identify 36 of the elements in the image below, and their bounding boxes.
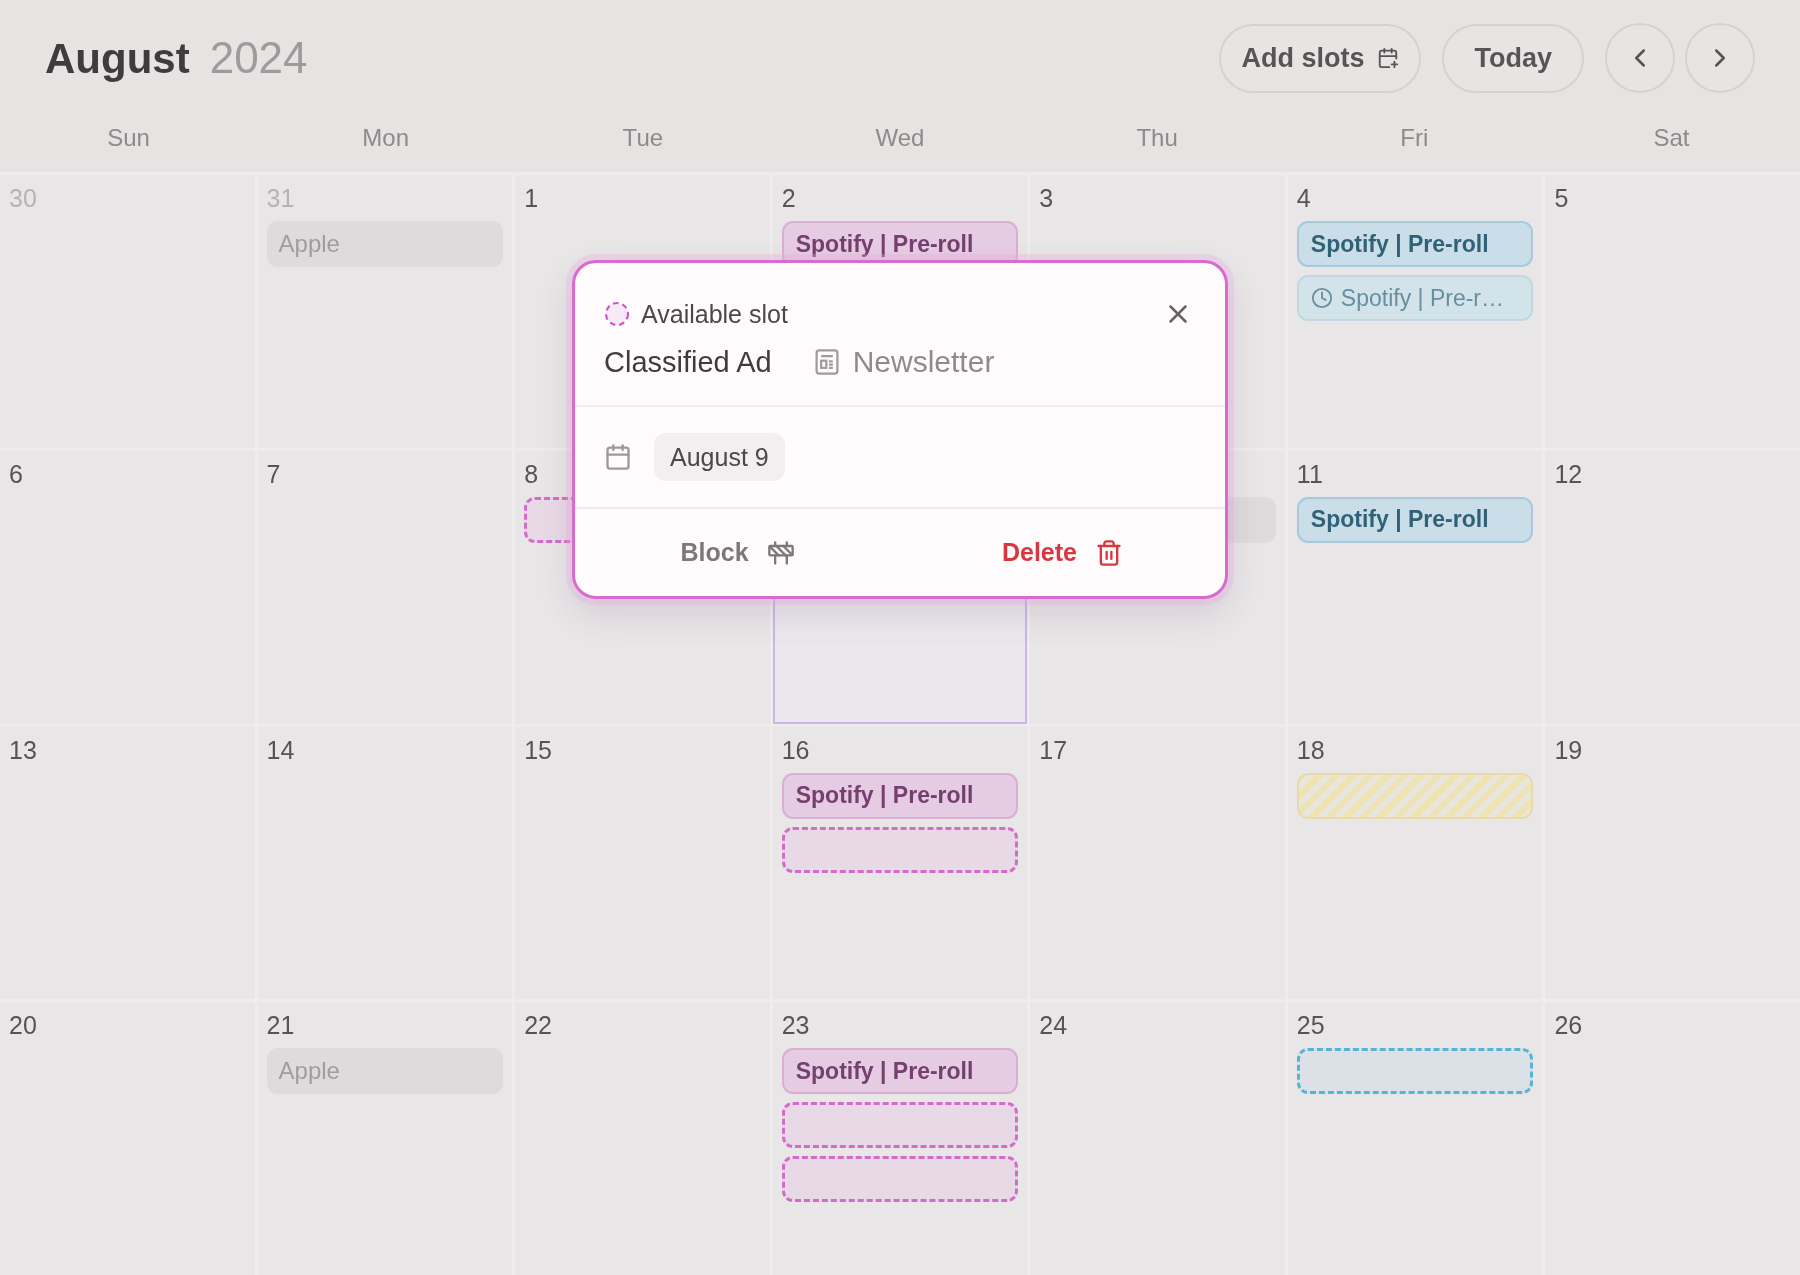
day-number: 4 <box>1296 183 1311 213</box>
day-number: 5 <box>1554 183 1569 213</box>
day-number: 23 <box>781 1010 810 1041</box>
weekday-label: Tue <box>622 124 664 152</box>
weekday-label: Wed <box>875 124 925 152</box>
weekday-label: Mon <box>362 124 410 152</box>
day-number: 18 <box>1296 734 1325 765</box>
day-number: 19 <box>1554 734 1583 765</box>
weekday-label: Thu <box>1136 124 1178 152</box>
day-number: 26 <box>1554 1010 1583 1041</box>
day-number: 20 <box>9 1010 37 1041</box>
year-label: 2024 <box>209 33 308 83</box>
day-number: 7 <box>266 458 281 489</box>
day-number: 24 <box>1039 1010 1068 1041</box>
weekday-label: Sat <box>1653 124 1690 152</box>
slot-status: Available slot <box>641 299 789 329</box>
day-number: 13 <box>9 734 37 765</box>
day-number: 15 <box>524 734 552 765</box>
day-number: 6 <box>9 458 23 489</box>
day-number: 17 <box>1039 734 1068 765</box>
day-number: 11 <box>1296 458 1323 489</box>
day-number: 1 <box>524 183 539 213</box>
day-number: 21 <box>266 1010 295 1041</box>
day-number: 3 <box>1039 183 1054 213</box>
day-number: 22 <box>524 1010 552 1041</box>
slot-title: Classified Ad <box>604 345 772 379</box>
day-number: 8 <box>524 458 539 489</box>
day-number: 12 <box>1554 458 1583 489</box>
month-title: August <box>45 35 190 83</box>
day-number: 25 <box>1296 1010 1325 1041</box>
channel-name: Newsletter <box>852 345 995 379</box>
weekday-label: Sun <box>107 124 150 152</box>
day-number: 14 <box>266 734 295 765</box>
day-number: 16 <box>781 734 810 765</box>
weekday-label: Fri <box>1400 124 1429 152</box>
day-number: 2 <box>781 183 796 213</box>
